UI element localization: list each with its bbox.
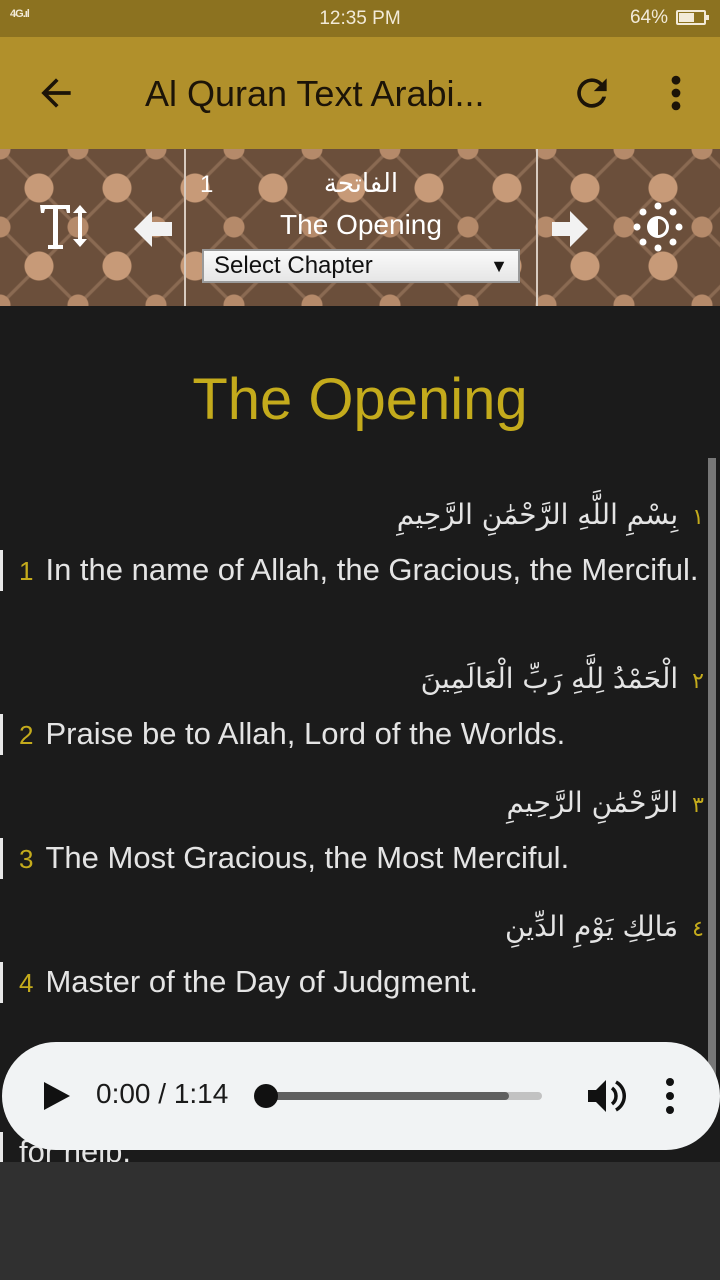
dropdown-arrow-icon: ▼: [490, 256, 508, 276]
buffered-bar: [264, 1092, 509, 1100]
battery-percent: 64%: [629, 7, 668, 28]
seek-thumb[interactable]: [254, 1084, 278, 1108]
audio-seek-bar[interactable]: [254, 1084, 542, 1108]
verses-content[interactable]: The Opening ١بِسْمِ اللَّهِ الرَّحْمَٰنِ…: [0, 306, 720, 1162]
english-verse: 2 Praise be to Allah, Lord of the Worlds.: [0, 714, 699, 755]
app-bar: Al Quran Text Arabi...: [0, 37, 720, 149]
app-title: Al Quran Text Arabi...: [145, 73, 485, 114]
surah-title: The Opening: [192, 367, 528, 432]
chapter-nav-panel: 1 الفاتحة The Opening Select Chapter ▼: [0, 149, 720, 306]
battery-icon: [676, 10, 709, 25]
text-size-icon[interactable]: [38, 201, 92, 251]
english-verse: 3 The Most Gracious, the Most Merciful.: [0, 838, 699, 879]
arabic-verse: ٢الْحَمْدُ لِلَّهِ رَبِّ الْعَالَمِينَ: [420, 662, 704, 695]
english-verse: 4 Master of the Day of Judgment.: [0, 962, 699, 1003]
status-bar: 4G.ıl 12:35 PM 64%: [0, 0, 720, 37]
arabic-verse: ٣الرَّحْمَٰنِ الرَّحِيمِ: [506, 786, 704, 819]
chapter-arabic-name: الفاتحة: [323, 169, 399, 199]
chapter-english-name: The Opening: [280, 209, 442, 240]
arrow-back-icon[interactable]: [34, 71, 78, 115]
volume-icon[interactable]: [586, 1076, 626, 1116]
audio-player: 0:00 / 1:14: [2, 1042, 720, 1150]
arabic-verse: ١بِسْمِ اللَّهِ الرَّحْمَٰنِ الرَّحِيمِ: [396, 498, 704, 531]
player-menu-icon[interactable]: [658, 1076, 682, 1116]
scrollbar[interactable]: [708, 458, 716, 1086]
audio-time: 0:00 / 1:14: [96, 1078, 229, 1109]
arabic-verse: ٤مَالِكِ يَوْمِ الدِّينِ: [505, 910, 704, 943]
status-time: 12:35 PM: [319, 8, 401, 29]
english-verse: 1 In the name of Allah, the Gracious, the…: [0, 550, 699, 591]
bottom-area: [0, 1162, 720, 1280]
play-icon[interactable]: [42, 1080, 72, 1112]
refresh-icon[interactable]: [570, 71, 614, 115]
prev-arrow-icon[interactable]: [134, 211, 172, 247]
next-arrow-icon[interactable]: [552, 211, 588, 247]
brightness-icon[interactable]: [632, 201, 684, 253]
select-chapter-dropdown[interactable]: Select Chapter ▼: [202, 249, 520, 283]
select-chapter-label: Select Chapter: [214, 252, 373, 279]
more-vert-icon[interactable]: [660, 71, 692, 115]
